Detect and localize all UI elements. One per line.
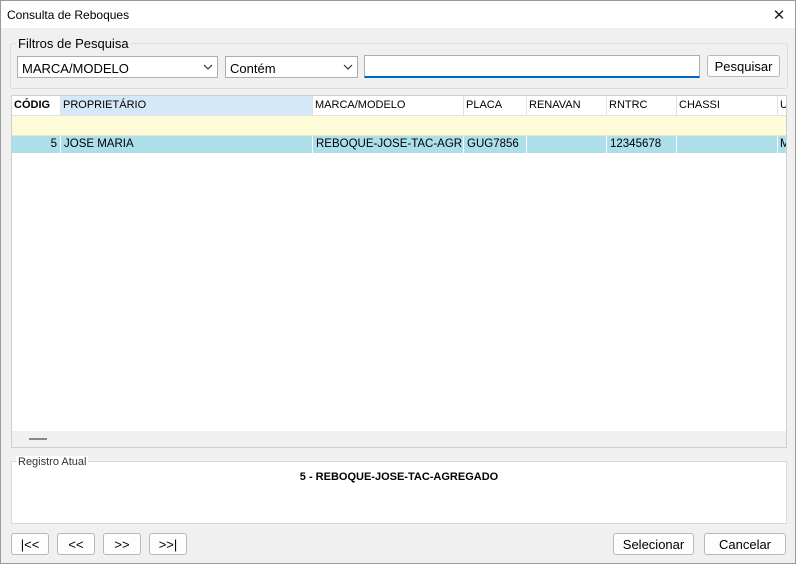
column-header-renavan[interactable]: RENAVAN [527, 96, 607, 116]
grid-body: CÓDIG PROPRIETÁRIO MARCA/MODELO PLACA RE… [12, 96, 786, 431]
column-header-u[interactable]: U [778, 96, 786, 116]
current-record-legend: Registro Atual [16, 456, 89, 468]
title-bar: Consulta de Reboques ✕ [1, 1, 795, 28]
grid-filter-row[interactable] [12, 116, 786, 136]
cell-codigo: 5 [12, 136, 61, 153]
search-input[interactable] [364, 55, 700, 78]
cell-u: M [778, 136, 786, 153]
search-button[interactable]: Pesquisar [707, 55, 780, 77]
operator-select[interactable]: Contém [225, 56, 358, 78]
cell-rntrc: 12345678 [607, 136, 677, 153]
chevron-down-icon [343, 64, 353, 70]
results-grid[interactable]: CÓDIG PROPRIETÁRIO MARCA/MODELO PLACA RE… [11, 95, 787, 448]
cell-renavan [527, 136, 607, 153]
chevron-down-icon [203, 64, 213, 70]
cancel-button[interactable]: Cancelar [704, 533, 786, 555]
column-header-rntrc[interactable]: RNTRC [607, 96, 677, 116]
current-record-box: Registro Atual 5 - REBOQUE-JOSE-TAC-AGRE… [11, 456, 787, 524]
column-header-chassi[interactable]: CHASSI [677, 96, 778, 116]
current-record-value: 5 - REBOQUE-JOSE-TAC-AGREGADO [299, 471, 499, 483]
field-select[interactable]: MARCA/MODELO [17, 56, 218, 78]
column-header-proprietario[interactable]: PROPRIETÁRIO [61, 96, 313, 116]
next-record-button[interactable]: >> [103, 533, 141, 555]
cell-proprietario: JOSE MARIA [61, 136, 313, 153]
scrollbar-thumb[interactable] [29, 438, 47, 440]
cell-marca-modelo: REBOQUE-JOSE-TAC-AGREGADO [313, 136, 464, 153]
first-record-button[interactable]: |<< [11, 533, 49, 555]
table-row[interactable]: 5 JOSE MARIA REBOQUE-JOSE-TAC-AGREGADO G… [12, 136, 786, 153]
column-header-placa[interactable]: PLACA [464, 96, 527, 116]
select-button[interactable]: Selecionar [613, 533, 694, 555]
field-select-value: MARCA/MODELO [22, 61, 129, 76]
filters-legend: Filtros de Pesquisa [16, 36, 131, 51]
column-header-codigo[interactable]: CÓDIG [12, 96, 61, 116]
window-title: Consulta de Reboques [7, 8, 130, 22]
previous-record-button[interactable]: << [57, 533, 95, 555]
cell-placa: GUG7856 [464, 136, 527, 153]
consulta-reboques-dialog: Consulta de Reboques ✕ Filtros de Pesqui… [0, 0, 796, 564]
column-header-marca-modelo[interactable]: MARCA/MODELO [313, 96, 464, 116]
cell-chassi [677, 136, 778, 153]
operator-select-value: Contém [230, 61, 276, 76]
horizontal-scrollbar[interactable] [12, 431, 786, 447]
close-icon[interactable]: ✕ [763, 1, 795, 28]
last-record-button[interactable]: >>| [149, 533, 187, 555]
